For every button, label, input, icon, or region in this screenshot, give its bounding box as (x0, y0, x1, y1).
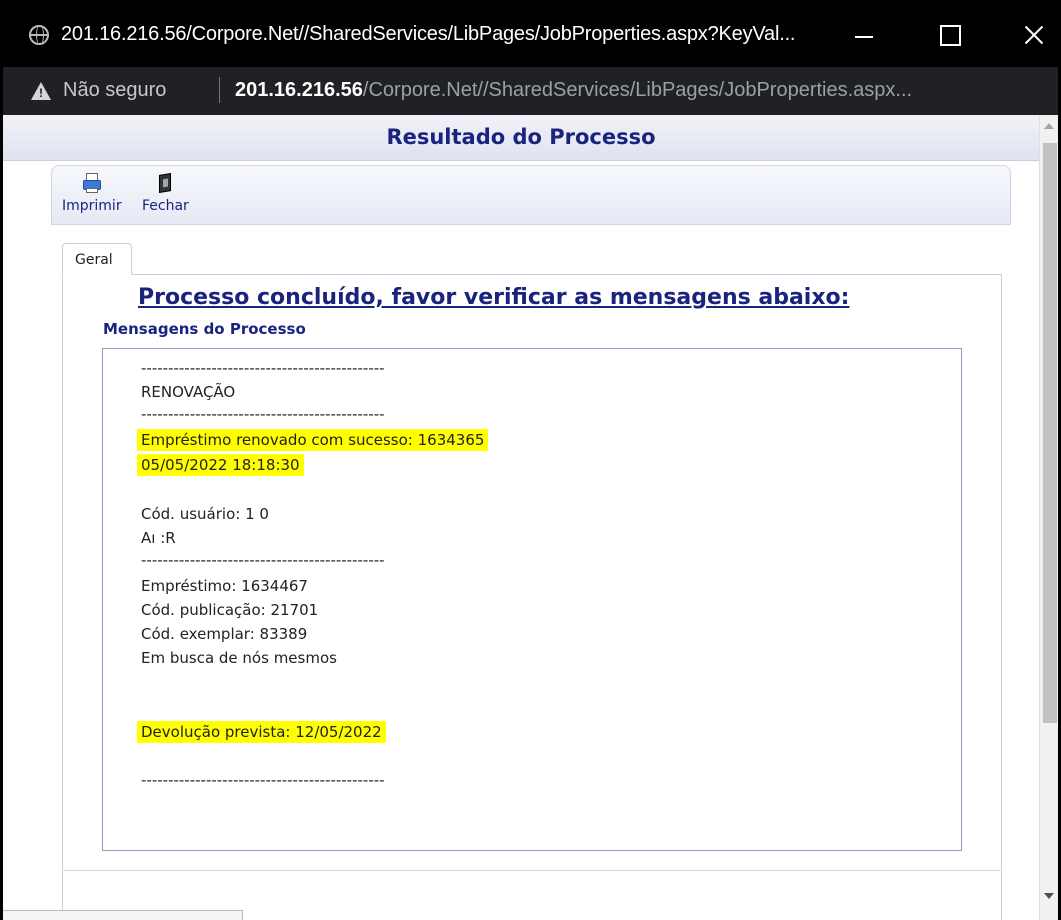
address-separator (219, 77, 220, 103)
page-content: Resultado do Processo Imprimir Fechar Ge… (3, 115, 1039, 920)
exit-door-icon[interactable] (154, 172, 176, 194)
copy-code: Cód. exemplar: 83389 (141, 625, 308, 643)
scrollbar-thumb[interactable] (1043, 143, 1057, 723)
toolbar: Imprimir Fechar (51, 165, 1011, 225)
maximize-button[interactable] (928, 17, 968, 53)
url-host: 201.16.216.56 (235, 79, 363, 101)
window-titlebar: 201.16.216.56/Corpore.Net//SharedService… (3, 3, 1058, 67)
close-window-button[interactable] (1013, 17, 1053, 53)
dash-separator: ----------------------------------------… (141, 551, 385, 569)
scroll-down-icon[interactable] (1044, 893, 1054, 899)
minimize-button[interactable] (843, 17, 883, 53)
book-title: Em busca de nós mesmos (141, 649, 337, 667)
print-button[interactable]: Imprimir (62, 172, 122, 214)
window-title: 201.16.216.56/Corpore.Net//SharedService… (61, 23, 796, 45)
printer-icon[interactable] (81, 172, 103, 194)
status-strip (3, 910, 243, 920)
page-title: Resultado do Processo (386, 125, 656, 149)
security-label[interactable]: Não seguro (63, 79, 166, 102)
close-label[interactable]: Fechar (142, 198, 189, 214)
dash-separator: ----------------------------------------… (141, 359, 385, 377)
due-date: Devolução prevista: 12/05/2022 (137, 721, 386, 743)
divider (62, 870, 1002, 871)
vertical-scrollbar[interactable] (1039, 115, 1058, 920)
url-path: /Corpore.Net//SharedServices/LibPages/Jo… (362, 79, 913, 101)
user-code: Cód. usuário: 1 0 (141, 505, 269, 523)
tab-geral[interactable]: Geral (62, 243, 132, 275)
loan-number: Empréstimo: 1634467 (141, 577, 308, 595)
scroll-up-icon[interactable] (1044, 123, 1054, 129)
tab-label[interactable]: Geral (75, 252, 113, 268)
renewal-datetime: 05/05/2022 18:18:30 (137, 454, 304, 476)
header-band: Resultado do Processo (3, 115, 1039, 161)
user-name: Aı :R (141, 529, 176, 547)
messages-heading: Mensagens do Processo (103, 320, 306, 338)
address-bar[interactable]: ! Não seguro 201.16.216.56/Corpore.Net//… (3, 67, 1058, 115)
publication-code: Cód. publicação: 21701 (141, 601, 319, 619)
conclusion-message: Processo concluído, favor verificar as m… (138, 285, 850, 310)
dash-separator: ----------------------------------------… (141, 405, 385, 423)
messages-box[interactable]: ----------------------------------------… (102, 348, 962, 851)
section-title: RENOVAÇÃO (141, 383, 236, 401)
close-button[interactable]: Fechar (142, 172, 189, 214)
warning-icon[interactable]: ! (31, 82, 51, 100)
renewal-success-line: Empréstimo renovado com sucesso: 1634365 (137, 429, 489, 451)
print-label[interactable]: Imprimir (62, 198, 122, 214)
globe-icon (29, 25, 49, 45)
url-text[interactable]: 201.16.216.56/Corpore.Net//SharedService… (235, 79, 912, 102)
dash-separator: ----------------------------------------… (141, 771, 385, 789)
